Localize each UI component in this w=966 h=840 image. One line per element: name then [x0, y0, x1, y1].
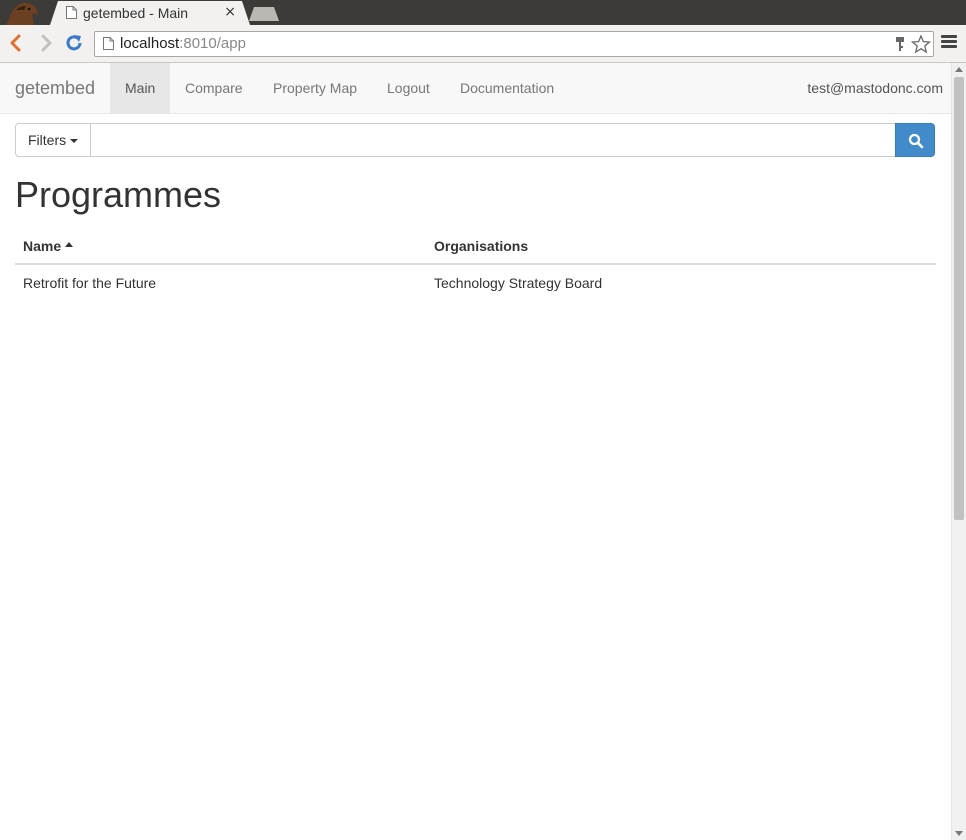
- browser-tabstrip: getembed - Main ×: [0, 0, 966, 25]
- nav-main[interactable]: Main: [110, 63, 171, 113]
- column-organisations-label: Organisations: [434, 237, 529, 254]
- browser-toolbar: localhost:8010/app: [0, 25, 966, 63]
- url-path: :8010/app: [179, 35, 246, 52]
- url-host: localhost: [120, 35, 180, 52]
- column-header-name[interactable]: Name: [15, 228, 426, 265]
- cell-organisation: Technology Strategy Board: [426, 263, 936, 300]
- search-input[interactable]: [90, 123, 896, 157]
- page-viewport: getembed Main Compare Property Map Logou…: [0, 63, 951, 840]
- url-text: localhost:8010/app: [120, 35, 246, 52]
- programmes-table: Name Organisations Retrofit for the Futu…: [15, 228, 936, 300]
- page-icon: [103, 37, 114, 50]
- bookmark-star-icon[interactable]: [911, 34, 931, 54]
- scroll-up-arrow-icon[interactable]: [955, 67, 963, 72]
- cell-programme-name[interactable]: Retrofit for the Future: [15, 263, 426, 300]
- search-button[interactable]: [895, 123, 935, 157]
- document-icon: [66, 6, 77, 19]
- table-row[interactable]: Retrofit for the Future Technology Strat…: [15, 263, 936, 300]
- brand-link[interactable]: getembed: [15, 78, 95, 99]
- column-header-organisations[interactable]: Organisations: [426, 228, 936, 265]
- horse-logo-icon: [2, 0, 42, 25]
- caret-down-icon: [70, 139, 79, 144]
- table-header-row: Name Organisations: [15, 228, 936, 265]
- key-icon[interactable]: [893, 36, 907, 52]
- filters-label: Filters: [28, 132, 67, 148]
- tab-title: getembed - Main: [83, 5, 189, 21]
- reload-icon[interactable]: [64, 33, 84, 53]
- filters-dropdown-button[interactable]: Filters: [15, 123, 91, 157]
- back-arrow-icon[interactable]: [6, 33, 26, 53]
- tab-close-icon[interactable]: ×: [224, 4, 236, 20]
- nav-logout[interactable]: Logout: [372, 63, 445, 113]
- nav-property-map[interactable]: Property Map: [258, 63, 372, 113]
- browser-tab-active[interactable]: getembed - Main ×: [50, 1, 250, 25]
- vertical-scrollbar[interactable]: [951, 63, 966, 840]
- address-bar[interactable]: localhost:8010/app: [94, 31, 934, 57]
- forward-arrow-icon[interactable]: [36, 33, 56, 53]
- search-group: Filters: [15, 123, 935, 157]
- column-name-label: Name: [23, 237, 62, 254]
- user-email[interactable]: test@mastodonc.com: [807, 63, 943, 113]
- search-icon: [908, 133, 924, 149]
- scroll-down-arrow-icon[interactable]: [955, 831, 963, 836]
- scrollbar-thumb[interactable]: [954, 77, 964, 520]
- browser-menu-icon[interactable]: [941, 35, 957, 51]
- new-tab-button[interactable]: [249, 7, 279, 21]
- navbar: getembed Main Compare Property Map Logou…: [0, 63, 951, 114]
- page-title: Programmes: [15, 174, 222, 215]
- sort-ascending-icon: [65, 241, 74, 247]
- nav-documentation[interactable]: Documentation: [445, 63, 569, 113]
- nav-compare[interactable]: Compare: [170, 63, 258, 113]
